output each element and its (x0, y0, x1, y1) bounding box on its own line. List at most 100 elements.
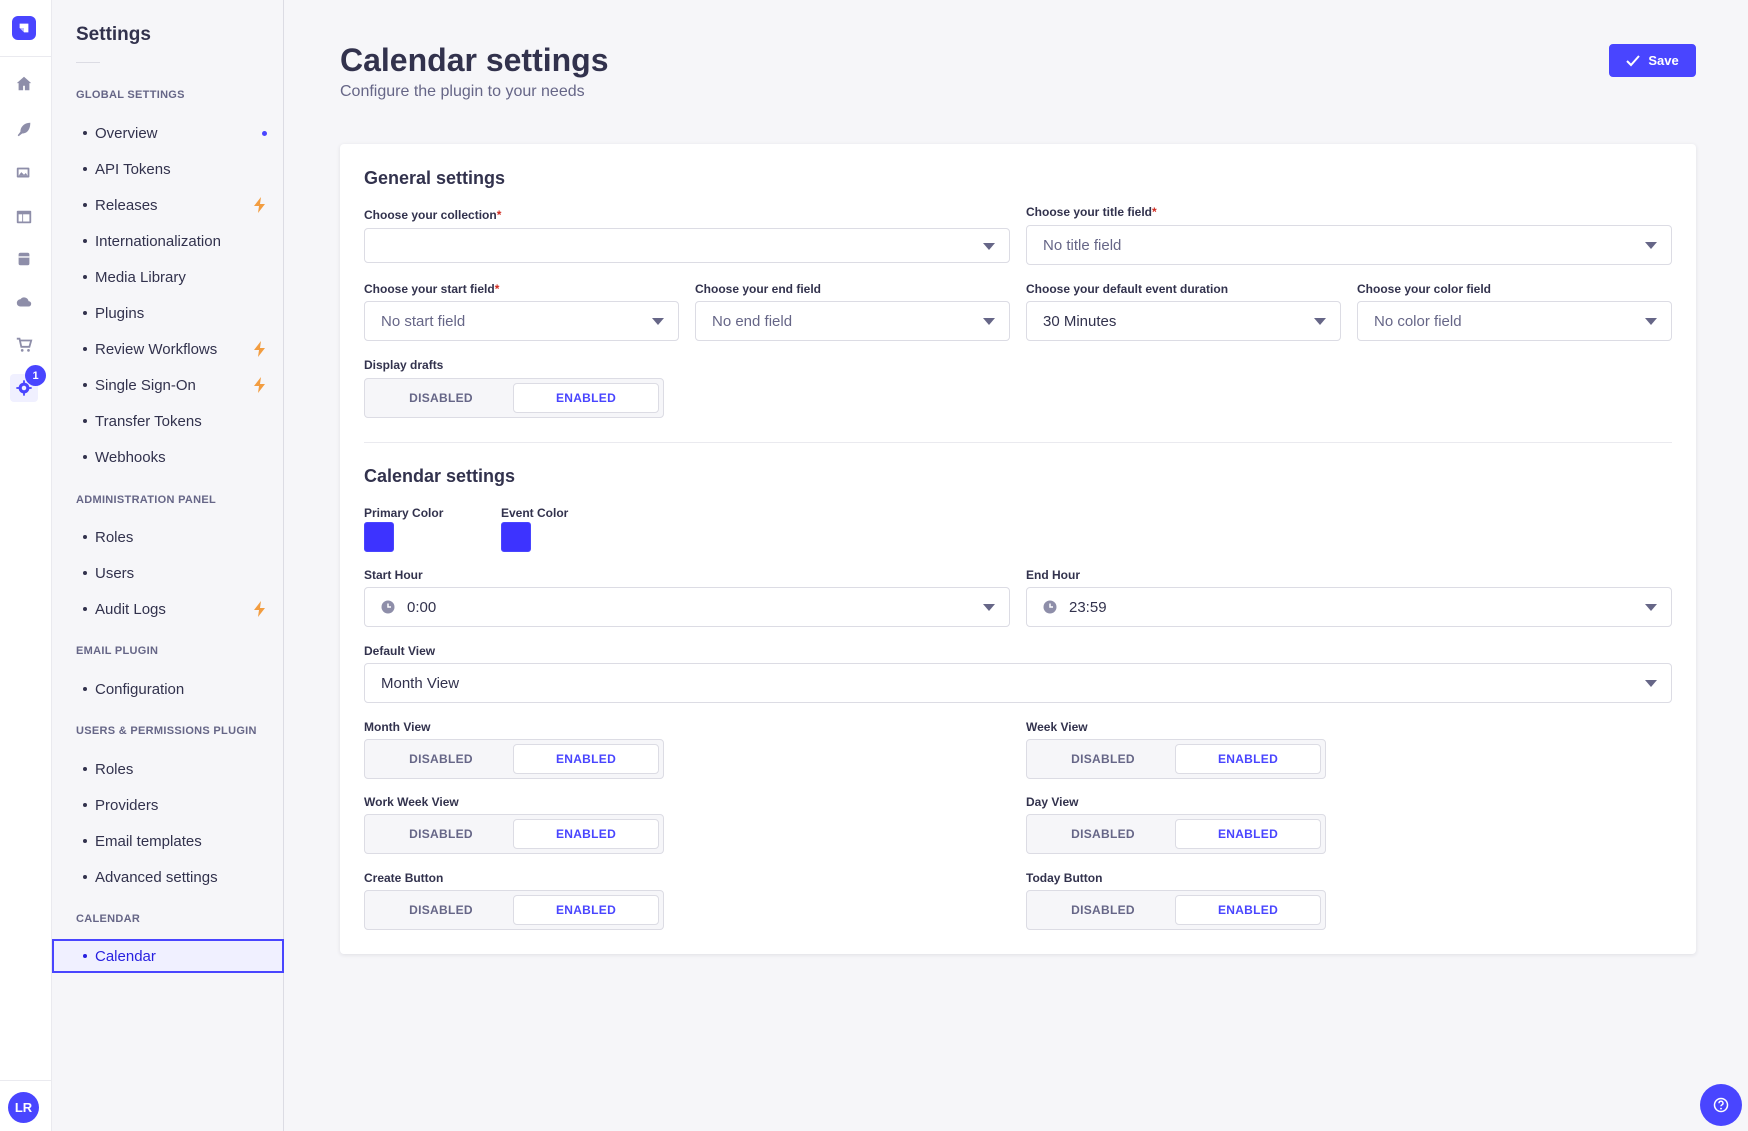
end-field-select[interactable]: No end field (695, 301, 1010, 341)
sidebar-item-providers[interactable]: Providers (52, 788, 284, 822)
title-field-select-value: No title field (1043, 236, 1122, 254)
sidebar-item-audit-logs[interactable]: Audit Logs (52, 592, 284, 626)
display-drafts-toggle: DISABLED ENABLED (364, 378, 664, 418)
home-icon[interactable] (10, 70, 38, 98)
sidebar-item-plugins[interactable]: Plugins (52, 296, 284, 330)
section-users-permissions-plugin: Users & Permissions Plugin (76, 725, 257, 737)
sidebar-item-api-tokens[interactable]: API Tokens (52, 152, 284, 186)
day-view-toggle: DISABLED ENABLED (1026, 814, 1326, 854)
settings-card: General settings Choose your collection*… (340, 144, 1696, 954)
bullet-icon (83, 167, 87, 171)
sidebar-item-label: Users (95, 564, 135, 582)
caret-down-icon (1645, 604, 1657, 611)
content-builder-feather-icon[interactable] (10, 115, 38, 143)
sidebar-item-single-sign-on[interactable]: Single Sign-On (52, 368, 284, 402)
sidebar-item-up-roles[interactable]: Roles (52, 752, 284, 786)
lightning-bolt-icon (254, 197, 265, 213)
sidebar-item-transfer-tokens[interactable]: Transfer Tokens (52, 404, 284, 438)
section-divider (364, 442, 1672, 443)
primary-color-swatch[interactable] (364, 522, 394, 552)
duration-select[interactable]: 30 Minutes (1026, 301, 1341, 341)
month-view-toggle: DISABLED ENABLED (364, 739, 664, 779)
bullet-icon (83, 767, 87, 771)
sidebar-item-calendar[interactable]: Calendar (52, 939, 284, 973)
sidebar-item-media-library[interactable]: Media Library (52, 260, 284, 294)
toggle-disabled-option[interactable]: DISABLED (369, 895, 513, 925)
page-title: Calendar settings (340, 42, 609, 78)
toggle-enabled-option[interactable]: ENABLED (1175, 819, 1321, 849)
end-hour-select[interactable]: 23:59 (1026, 587, 1672, 627)
create-button-toggle: DISABLED ENABLED (364, 890, 664, 930)
sidebar-item-advanced-settings[interactable]: Advanced settings (52, 860, 284, 894)
sidebar-item-admin-roles[interactable]: Roles (52, 520, 284, 554)
toggle-disabled-option[interactable]: DISABLED (369, 819, 513, 849)
page-subtitle: Configure the plugin to your needs (340, 83, 585, 100)
toggle-disabled-option[interactable]: DISABLED (1031, 744, 1175, 774)
bullet-icon (83, 347, 87, 351)
section-calendar: Calendar (76, 913, 141, 925)
toggle-enabled-option[interactable]: ENABLED (513, 383, 659, 413)
marketplace-cart-icon[interactable] (10, 331, 38, 359)
toggle-enabled-option[interactable]: ENABLED (1175, 744, 1321, 774)
subnav-title-divider (76, 62, 100, 63)
bullet-icon (83, 607, 87, 611)
bullet-icon (83, 839, 87, 843)
color-field-select[interactable]: No color field (1357, 301, 1672, 341)
help-button[interactable] (1700, 1084, 1742, 1126)
new-indicator-dot (262, 131, 267, 136)
start-hour-select[interactable]: 0:00 (364, 587, 1010, 627)
toggle-enabled-option[interactable]: ENABLED (513, 744, 659, 774)
toggle-disabled-option[interactable]: DISABLED (369, 744, 513, 774)
display-drafts-label: Display drafts (364, 358, 444, 372)
work-week-view-label: Work Week View (364, 795, 459, 809)
toggle-disabled-option[interactable]: DISABLED (1031, 819, 1175, 849)
help-question-icon (1713, 1097, 1729, 1113)
layout-icon[interactable] (10, 203, 38, 231)
event-color-label: Event Color (501, 506, 569, 520)
calendar-settings-heading: Calendar settings (364, 466, 516, 486)
week-view-toggle: DISABLED ENABLED (1026, 739, 1326, 779)
sidebar-item-review-workflows[interactable]: Review Workflows (52, 332, 284, 366)
sidebar-item-configuration[interactable]: Configuration (52, 672, 284, 706)
calendar-plugin-icon[interactable] (10, 245, 38, 273)
today-button-toggle: DISABLED ENABLED (1026, 890, 1326, 930)
user-avatar[interactable]: LR (8, 1092, 39, 1123)
start-field-select-value: No start field (381, 312, 466, 330)
strapi-logo-icon[interactable] (12, 16, 36, 40)
default-view-select[interactable]: Month View (364, 663, 1672, 703)
media-library-icon[interactable] (10, 159, 38, 187)
clock-icon (381, 600, 395, 614)
caret-down-icon (1645, 318, 1657, 325)
toggle-disabled-option[interactable]: DISABLED (1031, 895, 1175, 925)
sidebar-item-internationalization[interactable]: Internationalization (52, 224, 284, 258)
sidebar-item-label: Transfer Tokens (95, 412, 202, 430)
toggle-enabled-option[interactable]: ENABLED (513, 895, 659, 925)
sidebar-item-users[interactable]: Users (52, 556, 284, 590)
lightning-bolt-icon (254, 601, 265, 617)
sidebar-item-webhooks[interactable]: Webhooks (52, 440, 284, 474)
section-global-settings: Global Settings (76, 89, 185, 101)
collection-select[interactable] (364, 228, 1010, 263)
sidebar-item-label: Plugins (95, 304, 145, 322)
cloud-icon[interactable] (10, 288, 38, 316)
bullet-icon (83, 875, 87, 879)
today-button-label: Today Button (1026, 871, 1103, 885)
sidebar-item-email-templates[interactable]: Email templates (52, 824, 284, 858)
color-field-select-value: No color field (1374, 312, 1462, 330)
caret-down-icon (1314, 318, 1326, 325)
bullet-icon (83, 383, 87, 387)
collection-label: Choose your collection* (364, 208, 502, 222)
toggle-enabled-option[interactable]: ENABLED (513, 819, 659, 849)
save-button[interactable]: Save (1609, 44, 1696, 77)
sidebar-item-releases[interactable]: Releases (52, 188, 284, 222)
toggle-disabled-option[interactable]: DISABLED (369, 383, 513, 413)
caret-down-icon (652, 318, 664, 325)
general-settings-heading: General settings (364, 168, 506, 188)
subnav-title: Settings (76, 24, 151, 45)
sidebar-item-label: Releases (95, 196, 158, 214)
toggle-enabled-option[interactable]: ENABLED (1175, 895, 1321, 925)
start-field-select[interactable]: No start field (364, 301, 679, 341)
event-color-swatch[interactable] (501, 522, 531, 552)
sidebar-item-overview[interactable]: Overview (52, 116, 284, 150)
title-field-select[interactable]: No title field (1026, 225, 1672, 265)
